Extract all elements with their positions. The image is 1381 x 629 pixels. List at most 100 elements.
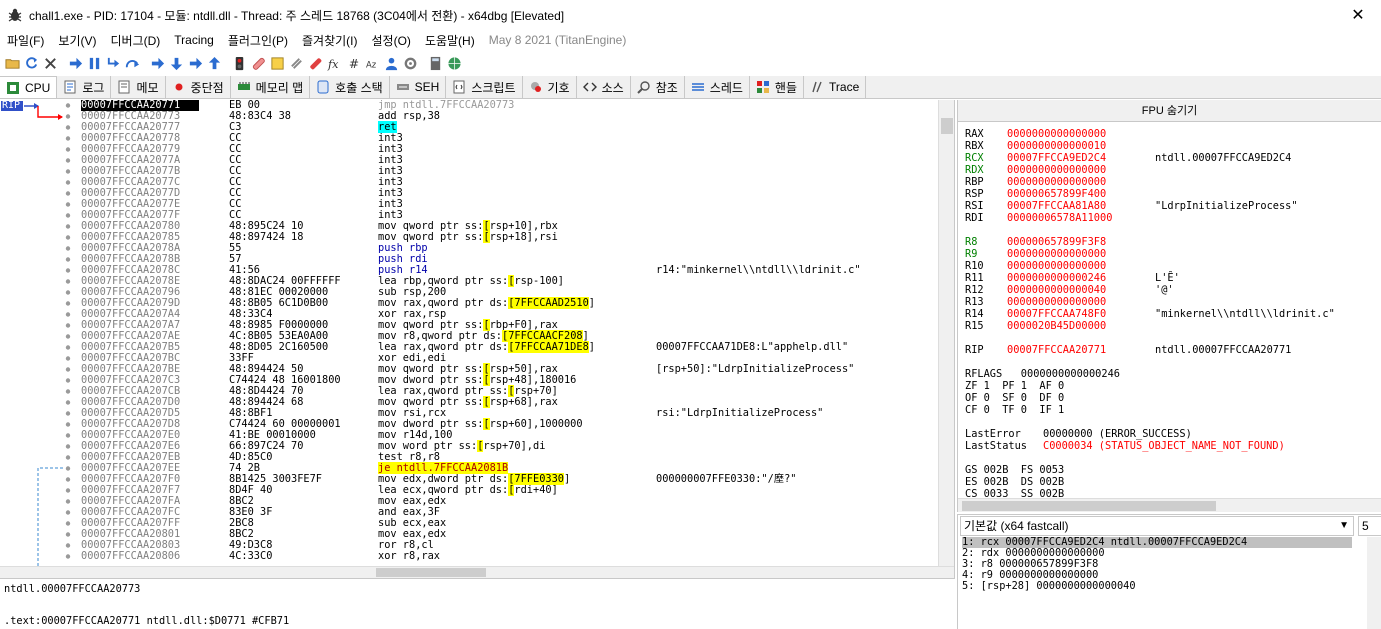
- register-r12[interactable]: R12 0000000000000040 '@': [965, 284, 1375, 296]
- tab-breakpoints[interactable]: 중단점: [165, 76, 231, 98]
- trace-into-button[interactable]: [148, 53, 167, 73]
- run-button[interactable]: [66, 53, 85, 73]
- breakpoint-dot[interactable]: [65, 466, 71, 471]
- register-value[interactable]: 00007FFCCAA20771: [1007, 344, 1106, 356]
- calling-convention-select[interactable]: 기본값 (x64 fastcall) ▼: [960, 516, 1354, 536]
- disasm-row[interactable]: 00007FFCCAA207D8 C74424 60 00000001 mov dw…: [78, 418, 940, 430]
- breakpoint-dot[interactable]: [65, 136, 71, 141]
- disasm-row[interactable]: 00007FFCCAA20773 48:83C4 38 add rsp,38: [78, 111, 940, 122]
- breakpoint-dot[interactable]: [65, 114, 71, 119]
- breakpoint-dot[interactable]: [65, 400, 71, 405]
- scylla-button[interactable]: [268, 53, 287, 73]
- menu-plugins[interactable]: 플러그인(P): [221, 32, 295, 49]
- breakpoint-dot[interactable]: [65, 158, 71, 163]
- disasm-row[interactable]: 00007FFCCAA20806 4C:33C0 xor r8,rax: [78, 551, 940, 562]
- disasm-row[interactable]: 00007FFCCAA2078E 48:8DAC24 00FFFFFF lea rb…: [78, 275, 940, 287]
- function-button[interactable]: fx: [325, 53, 344, 73]
- strings-button[interactable]: Az: [363, 53, 382, 73]
- menu-options[interactable]: 설정(O): [365, 32, 418, 49]
- breakpoint-dot[interactable]: [65, 411, 71, 416]
- settings-button[interactable]: [401, 53, 420, 73]
- close-button[interactable]: ✕: [1335, 0, 1381, 30]
- breakpoint-dot[interactable]: [65, 334, 71, 339]
- restart-button[interactable]: [22, 53, 41, 73]
- disasm-row[interactable]: 00007FFCCAA20801 8BC2 mov eax,edx: [78, 529, 940, 540]
- disasm-row[interactable]: 00007FFCCAA2077A CC int3: [78, 155, 940, 166]
- register-value[interactable]: 0000020B45D00000: [1007, 320, 1106, 332]
- breakpoint-dot[interactable]: [65, 521, 71, 526]
- patches-button[interactable]: [306, 53, 325, 73]
- disasm-row[interactable]: 00007FFCCAA20778 CC int3: [78, 133, 940, 144]
- stop-button[interactable]: [230, 53, 249, 73]
- breakpoint-dot[interactable]: [65, 367, 71, 372]
- breakpoint-dot[interactable]: [65, 312, 71, 317]
- breakpoint-dot[interactable]: [65, 543, 71, 548]
- disasm-row[interactable]: 00007FFCCAA207F7 8D4F 40 lea ecx,qword ptr…: [78, 484, 940, 496]
- breakpoint-dot[interactable]: [65, 279, 71, 284]
- register-rsp[interactable]: RSP 000000657899F400: [965, 188, 1375, 200]
- disasm-row[interactable]: 00007FFCCAA2079D 48:8B05 6C1D0B00 mov rax,…: [78, 297, 940, 309]
- menu-file[interactable]: 파일(F): [0, 32, 51, 49]
- breakpoint-dot[interactable]: [65, 323, 71, 328]
- tab-script[interactable]: 스크립트: [446, 76, 523, 98]
- register-r9[interactable]: R9 0000000000000000: [965, 248, 1375, 260]
- register-value[interactable]: 0000000000000000: [1007, 260, 1106, 272]
- tab-notes[interactable]: 메모: [111, 76, 166, 98]
- register-value[interactable]: 0000000000000000: [1007, 248, 1106, 260]
- disasm-horizontal-scrollbar[interactable]: [0, 566, 954, 578]
- breakpoint-dot[interactable]: [65, 202, 71, 207]
- disasm-row[interactable]: 00007FFCCAA20785 48:897424 18 mov qword pt…: [78, 231, 940, 243]
- tab-source[interactable]: 소스: [576, 76, 631, 98]
- register-value[interactable]: 0000000000000000: [1007, 296, 1106, 308]
- breakpoint-dot[interactable]: [65, 147, 71, 152]
- breakpoint-dot[interactable]: [65, 433, 71, 438]
- run-to-user-code-button[interactable]: [205, 53, 224, 73]
- register-value[interactable]: 0000000000000000: [1007, 176, 1106, 188]
- register-r14[interactable]: R14 00007FFCCAA748F0 "minkernel\\ntdll\\ld…: [965, 308, 1375, 320]
- breakpoint-dot[interactable]: [65, 488, 71, 493]
- argument-count-spinner[interactable]: 5: [1358, 516, 1381, 536]
- tab-symbols[interactable]: 기호: [522, 76, 577, 98]
- breakpoint-dot[interactable]: [65, 499, 71, 504]
- menu-favourites[interactable]: 즐겨찾기(I): [295, 32, 365, 49]
- tab-references[interactable]: 참조: [630, 76, 685, 98]
- disasm-row[interactable]: 00007FFCCAA2077D CC int3: [78, 188, 940, 199]
- breakpoint-dot[interactable]: [65, 554, 71, 559]
- hash-button[interactable]: #: [344, 53, 363, 73]
- menu-debug[interactable]: 디버그(D): [103, 32, 167, 49]
- execute-till-return-button[interactable]: [186, 53, 205, 73]
- tab-memory-map[interactable]: 메모리 맵: [230, 76, 311, 98]
- breakpoint-dot[interactable]: [65, 444, 71, 449]
- breakpoint-dot[interactable]: [65, 422, 71, 427]
- web-button[interactable]: [445, 53, 464, 73]
- tab-seh[interactable]: SEH: [389, 76, 447, 98]
- disasm-row[interactable]: 00007FFCCAA2077E CC int3: [78, 199, 940, 210]
- disasm-row[interactable]: 00007FFCCAA2078A 55 push rbp: [78, 243, 940, 254]
- register-rcx[interactable]: RCX 00007FFCCA9ED2C4 ntdll.00007FFCCA9ED2C…: [965, 152, 1375, 164]
- disasm-row[interactable]: 00007FFCCAA2077B CC int3: [78, 166, 940, 177]
- scroll-thumb[interactable]: [941, 118, 953, 134]
- breakpoint-dot[interactable]: [65, 169, 71, 174]
- disasm-row[interactable]: 00007FFCCAA207FF 2BC8 sub ecx,eax: [78, 518, 940, 529]
- close-debuggee-button[interactable]: [41, 53, 60, 73]
- register-r13[interactable]: R13 0000000000000000: [965, 296, 1375, 308]
- register-rdx[interactable]: RDX 0000000000000000: [965, 164, 1375, 176]
- disasm-row[interactable]: 00007FFCCAA207EB 4D:85C0 test r8,r8: [78, 452, 940, 463]
- breakpoint-dot[interactable]: [65, 510, 71, 515]
- register-rax[interactable]: RAX 0000000000000000: [965, 128, 1375, 140]
- register-value[interactable]: 00007FFCCAA81A80: [1007, 200, 1106, 212]
- tab-cpu[interactable]: CPU: [0, 76, 58, 98]
- args-vertical-scrollbar[interactable]: [1367, 537, 1381, 629]
- breakpoint-dot[interactable]: [65, 125, 71, 130]
- disasm-row[interactable]: 00007FFCCAA207E6 66:897C24 70 mov word ptr…: [78, 440, 940, 452]
- trace-over-button[interactable]: [167, 53, 186, 73]
- tab-log[interactable]: 로그: [57, 76, 112, 98]
- menu-view[interactable]: 보기(V): [51, 32, 103, 49]
- disasm-row[interactable]: 00007FFCCAA20771 EB 00 jmp ntdll.7FFCCAA20…: [78, 100, 940, 111]
- breakpoint-dot[interactable]: [65, 180, 71, 185]
- step-over-button[interactable]: [123, 53, 142, 73]
- tab-threads[interactable]: 스레드: [684, 76, 750, 98]
- step-into-button[interactable]: [104, 53, 123, 73]
- register-r11[interactable]: R11 0000000000000246 L'Ȇ': [965, 272, 1375, 284]
- breakpoint-dot[interactable]: [65, 213, 71, 218]
